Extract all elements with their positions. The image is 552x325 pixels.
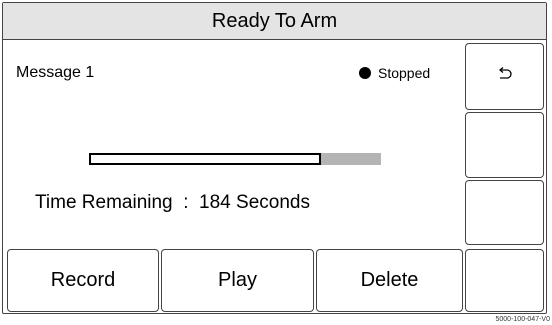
part-number: 5000-100-047-V0 [495, 316, 551, 323]
back-button[interactable] [465, 43, 544, 110]
side-button-2[interactable] [465, 112, 544, 178]
screen-panel: Ready To Arm Message 1 Stopped Time Rema… [2, 2, 547, 314]
status-dot-icon [359, 67, 371, 79]
play-button-label: Play [218, 269, 257, 291]
time-remaining-unit: Seconds [236, 192, 310, 213]
progress-fill [89, 153, 322, 165]
side-button-4[interactable] [465, 249, 544, 312]
time-remaining-row: Time Remaining : 184 Seconds [35, 192, 310, 214]
message-label: Message 1 [16, 64, 95, 81]
time-remaining-value: 184 [199, 192, 231, 213]
delete-button[interactable]: Delete [316, 249, 463, 312]
time-remaining-label: Time Remaining [35, 192, 173, 213]
play-button[interactable]: Play [161, 249, 314, 312]
status-label: Stopped [378, 65, 431, 81]
record-button-label: Record [50, 269, 116, 291]
delete-button-label: Delete [360, 269, 419, 291]
back-arrow-icon [496, 67, 514, 86]
title-bar: Ready To Arm [3, 3, 546, 40]
time-separator: : [183, 192, 189, 213]
recording-progress-bar [89, 153, 381, 165]
side-button-3[interactable] [465, 180, 544, 245]
playback-status: Stopped [359, 65, 430, 81]
page-title: Ready To Arm [211, 9, 338, 32]
record-button[interactable]: Record [7, 249, 159, 312]
